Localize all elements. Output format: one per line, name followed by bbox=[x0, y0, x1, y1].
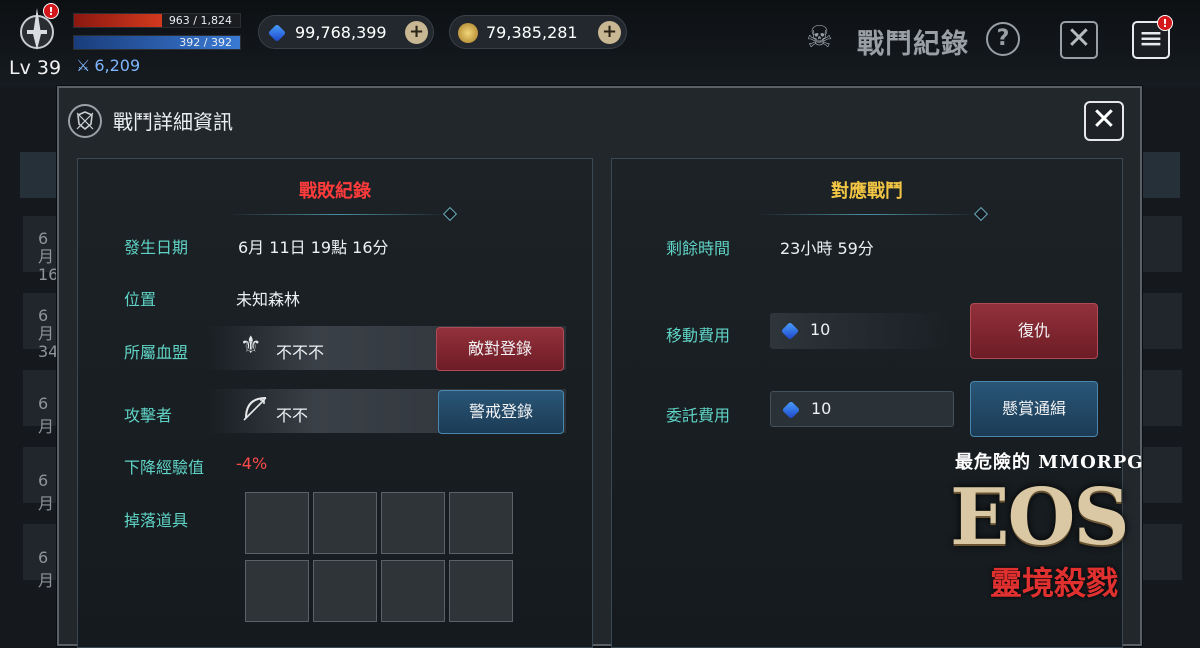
remaining-time-label: 剩餘時間 bbox=[666, 239, 731, 258]
modal-header: 戰鬥詳細資訊 ✕ bbox=[59, 88, 1140, 152]
add-gold-button[interactable]: + bbox=[598, 21, 621, 44]
close-icon[interactable]: ✕ bbox=[1060, 21, 1098, 59]
move-cost-box: 10 bbox=[770, 313, 950, 349]
combat-power: ⚔ 6,209 bbox=[76, 56, 140, 75]
gem-currency: 99,768,399 + bbox=[258, 15, 434, 49]
item-slot[interactable] bbox=[245, 560, 309, 622]
guild-value: 不不不 bbox=[276, 343, 325, 362]
combat-power-value: 6,209 bbox=[94, 56, 141, 75]
list-item-right bbox=[1142, 370, 1182, 426]
logo-subtitle: 靈境殺戮 bbox=[990, 564, 1119, 602]
crossed-swords-icon: ⚔ bbox=[76, 56, 91, 75]
list-item-right bbox=[1142, 293, 1182, 349]
gold-coin-icon bbox=[458, 23, 478, 43]
hp-text: 963 / 1,824 bbox=[168, 14, 232, 27]
player-level: Lv 39 bbox=[9, 57, 62, 79]
item-slot[interactable] bbox=[245, 492, 309, 554]
bounty-wanted-button[interactable]: 懸賞通緝 bbox=[970, 381, 1098, 437]
diamond-ornament-icon bbox=[973, 206, 989, 222]
defeat-record-panel: 戰敗紀錄 發生日期 6月 11日 19點 16分 位置 未知森林 所屬血盟 ⚜ … bbox=[77, 158, 593, 648]
move-cost-label: 移動費用 bbox=[666, 326, 731, 345]
location-label: 位置 bbox=[124, 290, 157, 309]
hp-bar: 963 / 1,824 bbox=[73, 13, 241, 28]
date-value: 6月 11日 19點 16分 bbox=[238, 238, 389, 257]
gem-icon bbox=[267, 23, 287, 43]
page-title: 戰鬥紀錄 bbox=[857, 29, 969, 60]
list-item-right bbox=[1142, 216, 1182, 272]
item-slot[interactable] bbox=[449, 492, 513, 554]
revenge-button[interactable]: 復仇 bbox=[970, 303, 1098, 359]
title-divider bbox=[758, 214, 978, 215]
mp-text: 392 / 392 bbox=[179, 36, 232, 49]
alert-register-button[interactable]: 警戒登錄 bbox=[438, 390, 564, 434]
background-header bbox=[20, 152, 60, 198]
top-hud: ! 963 / 1,824 392 / 392 Lv 39 ⚔ 6,209 99,… bbox=[0, 0, 1200, 86]
hostile-register-button[interactable]: 敵對登錄 bbox=[436, 327, 564, 371]
help-icon[interactable]: ? bbox=[986, 22, 1020, 56]
item-slot[interactable] bbox=[449, 560, 513, 622]
exp-loss-label: 下降經驗值 bbox=[124, 458, 205, 477]
item-slot[interactable] bbox=[381, 492, 445, 554]
move-cost-value: 10 bbox=[810, 320, 831, 339]
bow-class-icon bbox=[240, 392, 272, 428]
commission-cost-value: 10 bbox=[811, 399, 832, 418]
exp-loss-value: -4% bbox=[236, 454, 268, 473]
commission-cost-label: 委託費用 bbox=[666, 406, 731, 425]
skull-crossbones-icon: ☠ bbox=[806, 20, 833, 55]
game-logo: 最危險的 MMORPG EOS 靈境殺戮 bbox=[950, 446, 1190, 628]
shield-swords-icon bbox=[68, 104, 102, 138]
logo-main-text: EOS bbox=[950, 472, 1130, 563]
logo-tagline: 最危險的 MMORPG bbox=[955, 452, 1144, 473]
title-divider bbox=[228, 214, 448, 215]
gem-amount: 99,768,399 bbox=[295, 23, 387, 42]
modal-title: 戰鬥詳細資訊 bbox=[113, 110, 233, 134]
location-value: 未知森林 bbox=[236, 290, 301, 309]
attacker-value: 不不 bbox=[276, 406, 309, 425]
guild-label: 所屬血盟 bbox=[124, 343, 189, 362]
modal-close-button[interactable]: ✕ bbox=[1084, 101, 1124, 141]
gem-icon bbox=[781, 400, 801, 420]
attacker-label: 攻擊者 bbox=[124, 406, 173, 425]
diamond-ornament-icon bbox=[442, 206, 458, 222]
gem-icon bbox=[780, 321, 800, 341]
background-header-right bbox=[1142, 152, 1180, 198]
notification-badge: ! bbox=[43, 3, 59, 19]
menu-notification-badge: ! bbox=[1157, 15, 1173, 31]
remaining-time-value: 23小時 59分 bbox=[780, 239, 874, 258]
counter-battle-title: 對應戰鬥 bbox=[831, 181, 903, 202]
dropped-items-label: 掉落道具 bbox=[124, 511, 189, 530]
item-slot[interactable] bbox=[313, 560, 377, 622]
item-slot[interactable] bbox=[381, 560, 445, 622]
mp-bar: 392 / 392 bbox=[73, 35, 241, 50]
gold-amount: 79,385,281 bbox=[486, 23, 578, 42]
date-label: 發生日期 bbox=[124, 238, 189, 257]
defeat-record-title: 戰敗紀錄 bbox=[299, 181, 371, 202]
item-slot[interactable] bbox=[313, 492, 377, 554]
commission-cost-box: 10 bbox=[770, 391, 954, 427]
guild-crest-icon: ⚜ bbox=[240, 331, 262, 359]
gold-currency: 79,385,281 + bbox=[449, 15, 627, 49]
add-gems-button[interactable]: + bbox=[405, 21, 428, 44]
